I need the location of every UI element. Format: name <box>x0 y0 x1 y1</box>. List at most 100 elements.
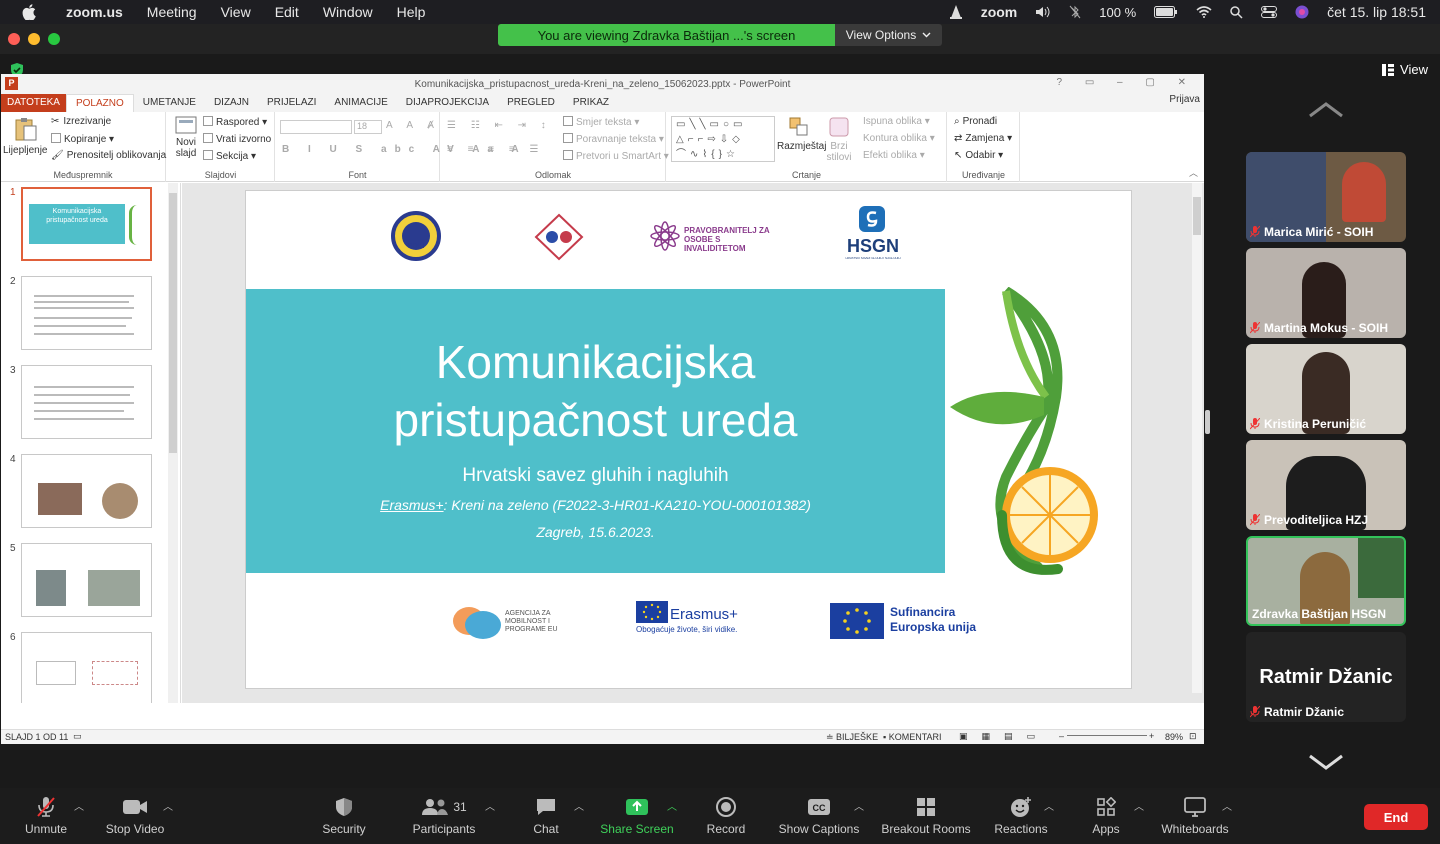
captions-options-caret[interactable]: ︿ <box>854 798 864 813</box>
panel-resize-handle[interactable] <box>1205 410 1210 434</box>
select-button[interactable]: ↖ Odabir ▾ <box>954 150 1003 161</box>
slide-thumbnail-6[interactable] <box>21 632 152 703</box>
new-slide-button[interactable]: Novi slajd <box>171 116 201 159</box>
participant-tile-1[interactable]: Marica Mirić - SOIH <box>1246 152 1406 242</box>
participant-tile-4[interactable]: Prevoditeljica HZJ <box>1246 440 1406 530</box>
participant-tile-2[interactable]: Martina Mokus - SOIH <box>1246 248 1406 338</box>
tab-animacije[interactable]: ANIMACIJE <box>325 94 396 112</box>
tab-pregled[interactable]: PREGLED <box>498 94 564 112</box>
participant-tile-3[interactable]: Kristina Peruničić <box>1246 344 1406 434</box>
whiteboards-options-caret[interactable]: ︿ <box>1222 798 1232 813</box>
font-size-controls[interactable]: A A Ⱥ <box>386 120 440 131</box>
slide-project-line[interactable]: Erasmus+: Kreni na zeleno (F2022-3-HR01-… <box>246 497 945 513</box>
close-window-button[interactable] <box>8 33 20 45</box>
slide-canvas[interactable]: SOIH PRAVOBRANITELJ ZA OSOBE S INVALIDIT… <box>245 190 1132 689</box>
tab-polazno[interactable]: POLAZNO <box>65 94 134 112</box>
slide-title[interactable]: Komunikacijska pristupačnost ureda <box>246 333 945 449</box>
view-mode-buttons[interactable]: ▣▦▤▭ <box>959 731 1049 742</box>
notes-button[interactable]: ≐ BILJEŠKE <box>826 732 878 743</box>
bluetooth-off-icon[interactable] <box>1069 5 1081 19</box>
tab-dijaprojekcija[interactable]: DIJAPROJEKCIJA <box>397 94 498 112</box>
breakout-rooms-button[interactable]: Breakout Rooms <box>878 796 974 836</box>
scroll-up-chevron-icon[interactable] <box>1308 102 1344 118</box>
tab-dizajn[interactable]: DIZAJN <box>205 94 258 112</box>
paste-button[interactable]: Lijepljenje <box>3 116 47 156</box>
menu-window[interactable]: Window <box>323 4 373 20</box>
font-size-select[interactable]: 18 <box>354 120 382 134</box>
reactions-options-caret[interactable]: ︿ <box>1044 798 1054 813</box>
shape-effects-button[interactable]: Efekti oblika ▾ <box>863 150 925 161</box>
align-buttons[interactable]: ≡ ≡ ≡ ≡ ☰ <box>447 144 544 155</box>
reactions-button[interactable]: Reactions <box>992 796 1050 836</box>
quick-styles-button[interactable]: Brzi stilovi <box>825 116 853 163</box>
share-screen-button[interactable]: Share Screen <box>596 796 678 836</box>
volume-icon[interactable] <box>1035 5 1051 19</box>
menu-help[interactable]: Help <box>397 4 426 20</box>
view-options-button[interactable]: View Options <box>835 24 942 46</box>
minimize-window-button[interactable] <box>28 33 40 45</box>
zoom-window-button[interactable] <box>48 33 60 45</box>
slide-subtitle[interactable]: Hrvatski savez gluhih i nagluhih <box>246 465 945 487</box>
reset-button[interactable]: Vrati izvorno <box>203 133 271 145</box>
slide-thumbnail-5[interactable] <box>21 543 152 617</box>
show-captions-button[interactable]: CC Show Captions <box>776 796 862 836</box>
smartart-button[interactable]: Pretvori u SmartArt ▾ <box>563 150 669 162</box>
chat-options-caret[interactable]: ︿ <box>574 798 584 813</box>
text-direction-button[interactable]: Smjer teksta ▾ <box>563 116 639 128</box>
stop-video-button[interactable]: Stop Video <box>100 796 170 836</box>
siri-icon[interactable] <box>1295 5 1309 19</box>
shared-screen-powerpoint[interactable]: Komunikacijska_pristupacnost_ureda-Kreni… <box>1 74 1204 744</box>
battery-icon[interactable] <box>1154 6 1178 18</box>
slide-thumbnail-1[interactable]: Komunikacijska pristupačnost ureda <box>21 187 152 261</box>
fit-slide-icon[interactable]: ⊡ <box>1189 731 1197 742</box>
slide-scrollbar[interactable] <box>1192 183 1202 693</box>
font-family-select[interactable] <box>280 120 352 134</box>
thumbnail-scrollbar[interactable] <box>168 183 178 703</box>
shapes-gallery[interactable]: ▭╲╲▭○▭ △⌐⌐⇨⇩◇ ⌒∿⌇{}☆ <box>671 116 775 162</box>
arrange-button[interactable]: Razmještaj <box>777 116 826 152</box>
signin-link[interactable]: Prijava <box>1169 94 1200 105</box>
replace-button[interactable]: ⇄ Zamjena ▾ <box>954 133 1012 144</box>
participants-options-caret[interactable]: ︿ <box>485 798 495 813</box>
vlc-cone-icon[interactable] <box>949 4 963 20</box>
spellcheck-icon[interactable]: ▭ <box>73 731 82 742</box>
chat-button[interactable]: Chat <box>526 796 566 836</box>
tab-datoteka[interactable]: DATOTEKA <box>1 94 66 112</box>
layout-button[interactable]: Raspored ▾ <box>203 116 267 128</box>
zoom-slider[interactable]: – + <box>1059 731 1154 741</box>
ppt-window-controls[interactable]: ? ▭ – ▢ ✕ <box>1056 77 1196 88</box>
slide-date[interactable]: Zagreb, 15.6.2023. <box>246 524 945 540</box>
find-button[interactable]: ⌕ Pronađi <box>954 116 997 127</box>
apps-button[interactable]: Apps <box>1086 796 1126 836</box>
control-center-icon[interactable] <box>1261 6 1278 18</box>
scrollbar-thumb[interactable] <box>1193 197 1201 235</box>
cut-button[interactable]: ✂ Izrezivanje <box>51 116 111 127</box>
participant-tile-5-active-speaker[interactable]: Zdravka Baštijan HSGN <box>1246 536 1406 626</box>
tab-prijelazi[interactable]: PRIJELAZI <box>258 94 325 112</box>
video-options-caret[interactable]: ︿ <box>163 798 173 813</box>
unmute-button[interactable]: Unmute <box>20 796 72 836</box>
wifi-icon[interactable] <box>1196 6 1212 18</box>
record-button[interactable]: Record <box>702 796 750 836</box>
end-meeting-button[interactable]: End <box>1364 804 1428 830</box>
zoom-menubar-label[interactable]: zoom <box>981 4 1018 20</box>
tab-umetanje[interactable]: UMETANJE <box>134 94 205 112</box>
section-button[interactable]: Sekcija ▾ <box>203 150 256 162</box>
shape-fill-button[interactable]: Ispuna oblika ▾ <box>863 116 930 127</box>
menu-view[interactable]: View <box>221 4 251 20</box>
slide-thumbnail-3[interactable] <box>21 365 152 439</box>
menu-app-name[interactable]: zoom.us <box>66 4 123 20</box>
list-buttons[interactable]: ☰ ☷ ⇤ ⇥ ↕ <box>447 120 552 131</box>
apple-icon[interactable] <box>22 4 36 20</box>
menu-edit[interactable]: Edit <box>275 4 299 20</box>
slide-thumbnail-4[interactable] <box>21 454 152 528</box>
copy-button[interactable]: Kopiranje ▾ <box>51 133 114 145</box>
view-layout-button[interactable]: View <box>1382 62 1428 77</box>
share-options-caret[interactable]: ︿ <box>667 798 677 813</box>
participants-button[interactable]: 31 Participants <box>404 796 484 836</box>
menu-meeting[interactable]: Meeting <box>147 4 197 20</box>
shape-outline-button[interactable]: Kontura oblika ▾ <box>863 133 935 144</box>
apps-options-caret[interactable]: ︿ <box>1134 798 1144 813</box>
participant-tile-6[interactable]: Ratmir Džanic Ratmir Džanic <box>1246 632 1406 722</box>
zoom-percent[interactable]: 89% <box>1165 732 1183 742</box>
